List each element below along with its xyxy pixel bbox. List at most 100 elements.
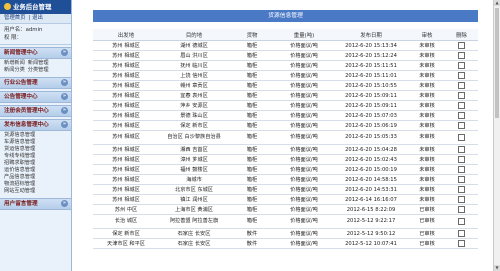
review-status-cell[interactable]: 未审核 [409,100,445,111]
delete-checkbox[interactable] [458,176,465,183]
table-row[interactable]: 苏州 相城区 景德 珠山区 箱柜 价格面议/吨 2012-6-20 15:07:03 未审… [93,110,478,121]
delete-checkbox[interactable] [458,240,465,247]
menu-item[interactable]: 物流招标管理 [4,181,67,188]
link-admin-home[interactable]: 管理首页 [4,15,26,21]
table-row[interactable]: 苏州 相城区 福州 鼓楼区 箱柜 价格面议/吨 2012-6-20 15:00:19 未审… [93,164,478,175]
table-row[interactable]: 苏州 相城区 赣州 章贡区 箱柜 价格面议/吨 2012-6-20 15:10:55 未审… [93,80,478,91]
menu-item[interactable]: 运价信息管理 [4,167,67,174]
delete-checkbox[interactable] [458,102,465,109]
delete-checkbox[interactable] [458,72,465,79]
menu-group-header[interactable]: 行业公告管理 » [0,77,71,89]
menu-item[interactable]: 货源信息管理 [4,132,67,139]
weight-cell: 价格面议/吨 [275,60,333,71]
expand-icon[interactable]: » [61,93,68,100]
delete-checkbox[interactable] [458,206,465,213]
app-title: 业务后台管理 [13,3,52,11]
table-row[interactable]: 苏州 相城区 北京市区 东城区 箱柜 价格面议/吨 2012-6-20 14:53:31… [93,184,478,195]
delete-checkbox[interactable] [458,112,465,119]
menu-item[interactable]: 新增新闻 [4,60,25,66]
menu-item[interactable]: 新闻分类 [4,67,25,73]
scroll-thumb[interactable] [495,8,499,118]
review-status-cell[interactable]: 未审核 [409,80,445,91]
table-row[interactable]: 长治 城区 阿拉善盟 阿拉善左旗 箱柜 价格面议/吨 2012-5-12 9:22:17… [93,214,478,229]
menu-group-header[interactable]: 公告管理中心 » [0,91,71,103]
review-status-cell[interactable]: 未审核 [409,40,445,51]
delete-checkbox[interactable] [458,42,465,49]
table-row[interactable]: 苏州 相城区 镇江 润州区 箱柜 价格面议/吨 2012-6-14 16:16:07 未审… [93,194,478,205]
table-row[interactable]: 苏州 相城区 海城市 箱柜 价格面议/吨 2012-6-20 14:58:15 未审核 [93,174,478,185]
table-row[interactable]: 苏州 相城区 萍乡 安源区 箱柜 价格面议/吨 2012-6-20 15:09:11 未审… [93,100,478,111]
table-row[interactable]: 苏州 相城区 自治区 白沙黎族自治县 箱柜 价格面议/吨 2012-6-20 15:05… [93,130,478,145]
table-row[interactable]: 苏州 相城区 眉山 洪川区 箱柜 价格面议/吨 2012-6-20 15:12:24 未审… [93,50,478,61]
review-status-cell[interactable]: 未审核 [409,184,445,195]
destination-cell: 阿拉善盟 阿拉善左旗 [159,214,229,229]
menu-item[interactable]: 分类管理 [28,67,49,73]
delete-checkbox[interactable] [458,82,465,89]
menu-group-header[interactable]: 发布信息管理中心 » [0,119,71,131]
delete-checkbox[interactable] [458,133,465,141]
table-row[interactable]: 苏州 相城区 上饶 信州区 箱柜 价格面议/吨 2012-6-20 15:11:01 未审… [93,70,478,81]
menu-group-header[interactable]: 新闻管理中心 » [0,47,71,59]
review-status-cell[interactable]: 已审核 [409,204,445,215]
date-cell: 2012-6-20 15:13:34 [333,40,409,51]
date-cell: 2012-6-20 15:02:43 [333,154,409,165]
menu-group-header[interactable]: 注册会员管理中心 » [0,105,71,117]
review-status-cell[interactable]: 未审核 [409,90,445,101]
date-cell: 2012-6-15 8:22:09 [333,204,409,215]
expand-icon[interactable]: » [61,49,68,56]
table-row[interactable]: 天津市区 和平区 石家庄 长安区 散件 价格面议/吨 2012-5-12 10:07:4… [93,238,478,249]
link-logout[interactable]: 退出 [32,15,43,21]
review-status-cell[interactable]: 已审核 [409,228,445,239]
menu-item[interactable]: 产品信息管理 [4,174,67,181]
expand-icon[interactable]: » [61,200,68,207]
delete-checkbox[interactable] [458,146,465,153]
review-status-cell[interactable]: 未审核 [409,70,445,81]
expand-icon[interactable]: » [61,79,68,86]
menu-item[interactable]: 货运信息管理 [4,146,67,153]
delete-checkbox[interactable] [458,122,465,129]
delete-checkbox[interactable] [458,186,465,193]
scroll-up-icon[interactable]: ▲ [494,0,500,6]
table-row[interactable]: 保定 新市区 石家庄 长安区 散件 价格面议/吨 2012-5-12 9:50:12 已审… [93,228,478,239]
scrollbar[interactable]: ▲ ▼ [493,0,500,271]
table-row[interactable]: 苏州 中区 上海市区 黄浦区 箱柜 价格面议/吨 2012-6-15 8:22:09 已审… [93,204,478,215]
menu-item[interactable]: 车源信息管理 [4,139,67,146]
review-status-cell[interactable]: 已审核 [409,238,445,249]
expand-icon[interactable]: » [61,121,68,128]
delete-checkbox[interactable] [458,166,465,173]
review-status-cell[interactable]: 未审核 [409,110,445,121]
table-row[interactable]: 苏州 相城区 漳州 芗城区 箱柜 价格面议/吨 2012-6-20 15:02:43 未审… [93,154,478,165]
expand-icon[interactable]: » [61,107,68,114]
menu-item[interactable]: 网站互动管理 [4,188,67,195]
delete-checkbox[interactable] [458,156,465,163]
delete-checkbox[interactable] [458,92,465,99]
review-status-cell[interactable]: 未审核 [409,154,445,165]
review-status-cell[interactable]: 未审核 [409,144,445,155]
review-status-cell[interactable]: 已审核 [409,214,445,229]
review-status-cell[interactable]: 未审核 [409,130,445,145]
table-row[interactable]: 苏州 相城区 宜春 袁州区 箱柜 价格面议/吨 2012-6-20 15:09:11 未审… [93,90,478,101]
menu-item[interactable]: 新闻管理 [28,60,49,66]
table-row[interactable]: 苏州 相城区 保定 新市区 箱柜 价格面议/吨 2012-6-20 15:06:19 未审… [93,120,478,131]
review-status-cell[interactable]: 未审核 [409,50,445,61]
review-status-cell[interactable]: 未审核 [409,174,445,185]
table-row[interactable]: 苏州 相城区 抚州 临川区 箱柜 价格面议/吨 2012-6-20 15:11:51 未审… [93,60,478,71]
review-status-cell[interactable]: 未审核 [409,120,445,131]
menu-item[interactable]: 招聘求职管理 [4,160,67,167]
delete-checkbox[interactable] [458,52,465,59]
review-status-cell[interactable]: 未审核 [409,164,445,175]
menu-group-header[interactable]: 用户留言管理 » [0,198,71,210]
table-row[interactable]: 苏州 相城区 湖州 德城区 箱柜 价格面议/吨 2012-6-20 15:13:34 未审… [93,40,478,51]
delete-checkbox[interactable] [458,217,465,225]
review-status-cell[interactable]: 未审核 [409,60,445,71]
scroll-down-icon[interactable]: ▼ [494,265,500,271]
table-row[interactable]: 苏州 相城区 湘西 吉首区 箱柜 价格面议/吨 2012-6-20 15:04:28 未审… [93,144,478,155]
delete-checkbox[interactable] [458,230,465,237]
weight-cell: 价格面议/吨 [275,228,333,239]
delete-checkbox[interactable] [458,196,465,203]
delete-cell [445,164,478,175]
origin-cell: 苏州 相城区 [93,184,159,195]
menu-item[interactable]: 专线专线管理 [4,153,67,160]
review-status-cell[interactable]: 未审核 [409,194,445,205]
delete-checkbox[interactable] [458,62,465,69]
